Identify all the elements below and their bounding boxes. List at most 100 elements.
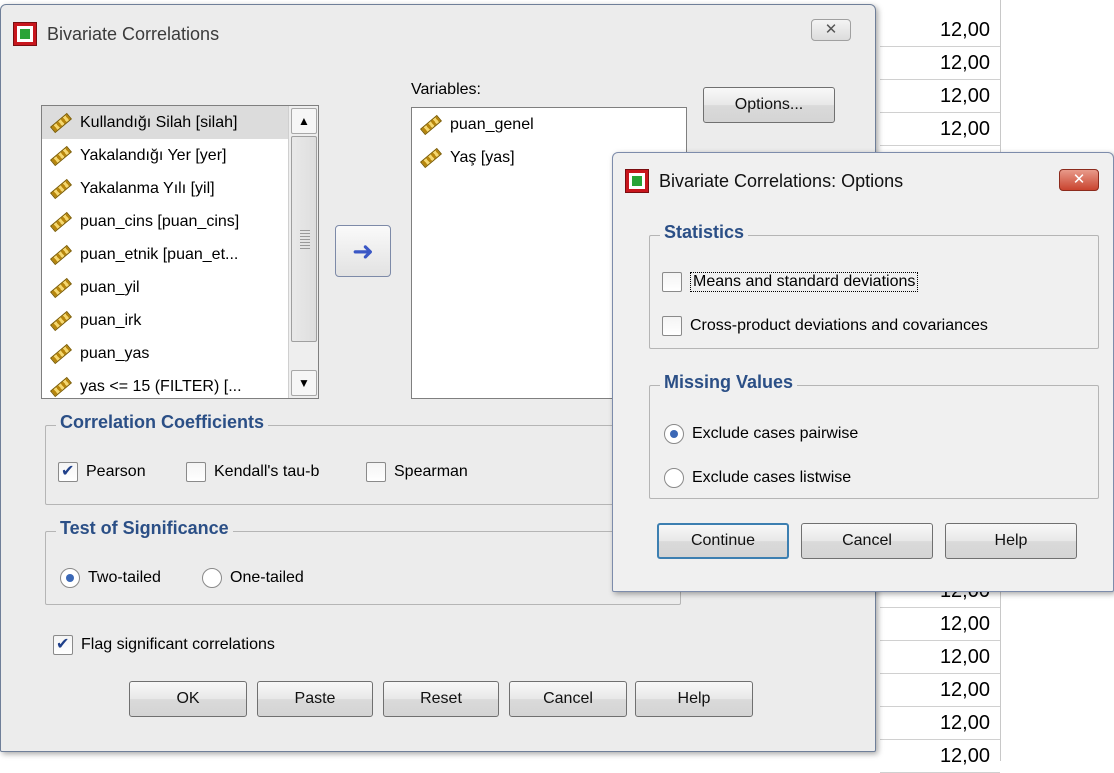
- one-tailed-label: One-tailed: [230, 569, 304, 586]
- missing-values-group: Missing Values Exclude cases pairwise Ex…: [649, 372, 1099, 499]
- means-check-icon[interactable]: [662, 272, 682, 292]
- cancel-button[interactable]: Cancel: [509, 681, 627, 717]
- spearman-label: Spearman: [394, 463, 468, 480]
- pairwise-label: Exclude cases pairwise: [692, 425, 859, 442]
- two-tailed-label: Two-tailed: [88, 569, 161, 586]
- kendall-checkbox[interactable]: Kendall's tau-b: [186, 462, 319, 482]
- missing-values-title: Missing Values: [660, 372, 798, 393]
- close-icon: ✕: [824, 21, 838, 38]
- ok-button-label: OK: [176, 690, 200, 707]
- cancel-button-label: Cancel: [543, 690, 593, 707]
- dialog-titlebar[interactable]: Bivariate Correlations: [1, 5, 875, 63]
- scale-variable-icon: [50, 178, 72, 199]
- spreadsheet-cell[interactable]: 12,00: [880, 674, 1000, 707]
- help-button[interactable]: Help: [635, 681, 753, 717]
- scale-variable-icon: [50, 277, 72, 298]
- spreadsheet-cell[interactable]: 12,00: [880, 80, 1000, 113]
- pairwise-radio[interactable]: Exclude cases pairwise: [664, 424, 858, 444]
- move-variable-button[interactable]: ➜: [335, 225, 391, 277]
- source-variable-label: puan_yas: [80, 344, 150, 362]
- pearson-check-icon[interactable]: [58, 461, 78, 482]
- source-variable-label: puan_yil: [80, 278, 140, 296]
- spreadsheet-cell[interactable]: 12,00: [880, 707, 1000, 740]
- scale-variable-icon: [50, 211, 72, 232]
- spreadsheet-cell[interactable]: 12,00: [880, 113, 1000, 146]
- statistics-title: Statistics: [660, 222, 749, 243]
- pearson-checkbox[interactable]: Pearson: [58, 461, 146, 482]
- scale-variable-icon: [50, 112, 72, 133]
- means-checkbox[interactable]: Means and standard deviations: [662, 272, 919, 292]
- scroll-down-button[interactable]: ▼: [291, 370, 317, 396]
- one-tailed-radio-icon[interactable]: [202, 568, 222, 588]
- spearman-check-icon[interactable]: [366, 462, 386, 482]
- correlation-options-dialog: Bivariate Correlations: Options ✕ Statis…: [612, 152, 1114, 592]
- two-tailed-radio-icon[interactable]: [60, 568, 80, 588]
- spss-app-icon: [625, 169, 649, 193]
- scroll-grip-icon: [300, 229, 310, 249]
- spearman-checkbox[interactable]: Spearman: [366, 462, 468, 482]
- options-help-button[interactable]: Help: [945, 523, 1077, 559]
- flag-significant-checkbox[interactable]: Flag significant correlations: [53, 634, 275, 655]
- arrow-right-icon: ➜: [352, 235, 374, 266]
- source-variable-item[interactable]: puan_yas: [42, 337, 318, 370]
- spreadsheet-cell[interactable]: 12,00: [880, 608, 1000, 641]
- source-variable-item[interactable]: puan_irk: [42, 304, 318, 337]
- options-button[interactable]: Options...: [703, 87, 835, 123]
- continue-button[interactable]: Continue: [657, 523, 789, 559]
- source-variable-label: Yakalandığı Yer [yer]: [80, 146, 227, 164]
- spreadsheet-cell[interactable]: 12,00: [880, 641, 1000, 674]
- scroll-thumb[interactable]: [291, 136, 317, 342]
- spreadsheet-cell[interactable]: 12,00: [880, 14, 1000, 47]
- cross-product-label: Cross-product deviations and covariances: [690, 317, 988, 334]
- source-variable-item[interactable]: Yakalanma Yılı [yil]: [42, 172, 318, 205]
- source-variable-label: Kullandığı Silah [silah]: [80, 113, 238, 131]
- source-variable-label: yas <= 15 (FILTER) [...: [80, 377, 242, 395]
- spreadsheet-cell[interactable]: 12,00: [880, 740, 1000, 773]
- source-variable-label: puan_irk: [80, 311, 142, 329]
- flag-significant-label: Flag significant correlations: [81, 636, 275, 653]
- listwise-radio[interactable]: Exclude cases listwise: [664, 468, 851, 488]
- options-close-button[interactable]: ✕: [1059, 169, 1099, 191]
- scale-variable-icon: [420, 114, 442, 135]
- source-variable-label: Yakalanma Yılı [yil]: [80, 179, 215, 197]
- options-cancel-button[interactable]: Cancel: [801, 523, 933, 559]
- scroll-up-button[interactable]: ▲: [291, 108, 317, 134]
- options-titlebar[interactable]: Bivariate Correlations: Options: [613, 153, 1113, 209]
- source-list-scrollbar[interactable]: ▲ ▼: [288, 106, 318, 398]
- source-variable-label: puan_cins [puan_cins]: [80, 212, 240, 230]
- source-variable-item[interactable]: puan_cins [puan_cins]: [42, 205, 318, 238]
- scale-variable-icon: [50, 376, 72, 397]
- close-button[interactable]: ✕: [811, 19, 851, 41]
- kendall-check-icon[interactable]: [186, 462, 206, 482]
- reset-button[interactable]: Reset: [383, 681, 499, 717]
- options-dialog-title: Bivariate Correlations: Options: [659, 170, 904, 191]
- listwise-radio-icon[interactable]: [664, 468, 684, 488]
- pairwise-radio-icon[interactable]: [664, 424, 684, 444]
- variables-label: Variables:: [411, 81, 481, 99]
- source-variable-list[interactable]: Kullandığı Silah [silah] Yakalandığı Yer …: [41, 105, 319, 399]
- scale-variable-icon: [50, 244, 72, 265]
- close-icon: ✕: [1072, 171, 1086, 188]
- statistics-group: Statistics Means and standard deviations…: [649, 222, 1099, 349]
- selected-variable-item[interactable]: puan_genel: [412, 108, 686, 141]
- cross-product-checkbox[interactable]: Cross-product deviations and covariances: [662, 316, 988, 336]
- source-variable-item[interactable]: Yakalandığı Yer [yer]: [42, 139, 318, 172]
- cross-product-check-icon[interactable]: [662, 316, 682, 336]
- one-tailed-radio[interactable]: One-tailed: [202, 568, 304, 588]
- scale-variable-icon: [50, 310, 72, 331]
- spreadsheet-cell[interactable]: 12,00: [880, 47, 1000, 80]
- source-variable-item[interactable]: yas <= 15 (FILTER) [...: [42, 370, 318, 398]
- selected-variable-label: Yaş [yas]: [450, 148, 515, 166]
- ok-button[interactable]: OK: [129, 681, 247, 717]
- pearson-label: Pearson: [86, 463, 146, 480]
- options-button-label: Options...: [734, 96, 804, 113]
- flag-significant-check-icon[interactable]: [53, 634, 73, 655]
- paste-button[interactable]: Paste: [257, 681, 373, 717]
- correlation-coefficients-title: Correlation Coefficients: [56, 412, 269, 433]
- source-variable-item[interactable]: Kullandığı Silah [silah]: [42, 106, 318, 139]
- scale-variable-icon: [50, 145, 72, 166]
- source-variable-item[interactable]: puan_yil: [42, 271, 318, 304]
- two-tailed-radio[interactable]: Two-tailed: [60, 568, 161, 588]
- variables-label-text: Variables:: [411, 81, 481, 98]
- source-variable-item[interactable]: puan_etnik [puan_et...: [42, 238, 318, 271]
